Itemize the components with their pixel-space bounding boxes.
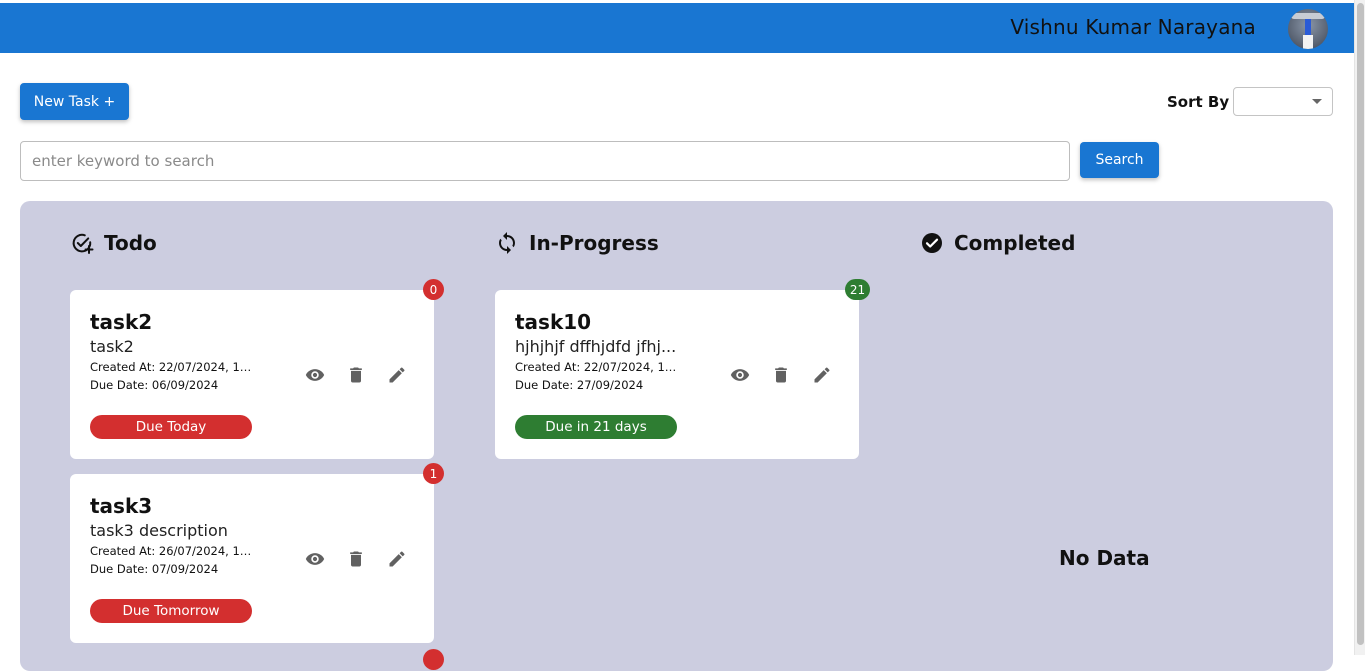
scrollbar-thumb[interactable]: [1357, 3, 1364, 645]
task-board: Todo task2 task2 Created At: 22/07/2024,…: [20, 201, 1333, 671]
search-input[interactable]: [20, 141, 1070, 181]
sort-by-select[interactable]: [1233, 87, 1333, 116]
task-created-at: Created At: 22/07/2024, 19...: [515, 360, 680, 374]
new-task-button[interactable]: New Task +: [20, 83, 129, 120]
task-description: hjhjhjf dffhjdfd jfhj...: [515, 337, 677, 356]
task-due-date: Due Date: 27/09/2024: [515, 378, 644, 392]
empty-state-text: No Data: [1059, 546, 1150, 570]
column-header-completed: Completed: [920, 231, 1075, 255]
page-scrollbar[interactable]: [1354, 0, 1365, 655]
view-icon[interactable]: [728, 363, 752, 387]
user-name: Vishnu Kumar Narayana: [1010, 15, 1256, 39]
search-button[interactable]: Search: [1080, 142, 1159, 178]
task-created-at: Created At: 22/07/2024, 19...: [90, 360, 255, 374]
task-title: task10: [515, 310, 592, 334]
edit-icon[interactable]: [385, 547, 409, 571]
view-icon[interactable]: [303, 363, 327, 387]
column-header-todo: Todo: [70, 231, 157, 255]
count-badge: 1: [423, 463, 444, 484]
task-card[interactable]: task10 hjhjhjf dffhjdfd jfhj... Created …: [495, 290, 859, 459]
task-due-date: Due Date: 07/09/2024: [90, 562, 219, 576]
task-description: task3 description: [90, 521, 228, 540]
due-status-pill: Due in 21 days: [515, 415, 677, 439]
task-card[interactable]: task2 task2 Created At: 22/07/2024, 19..…: [70, 290, 434, 459]
task-title: task3: [90, 494, 153, 518]
task-due-date: Due Date: 06/09/2024: [90, 378, 219, 392]
edit-icon[interactable]: [385, 363, 409, 387]
count-badge: 0: [423, 279, 444, 300]
column-title: In-Progress: [529, 231, 659, 255]
due-status-pill: Due Tomorrow: [90, 599, 252, 623]
column-title: Completed: [954, 231, 1076, 255]
chevron-down-icon: [1312, 99, 1322, 104]
delete-icon[interactable]: [344, 363, 368, 387]
sync-icon: [499, 232, 515, 254]
count-badge: [423, 649, 444, 670]
view-icon[interactable]: [303, 547, 327, 571]
due-status-pill: Due Today: [90, 415, 252, 439]
task-title: task2: [90, 310, 153, 334]
delete-icon[interactable]: [344, 547, 368, 571]
task-description: task2: [90, 337, 134, 356]
app-bar: Vishnu Kumar Narayana: [0, 3, 1354, 53]
delete-icon[interactable]: [769, 363, 793, 387]
add-task-icon: [72, 233, 94, 254]
sort-by-label: Sort By: [1167, 93, 1230, 111]
user-avatar[interactable]: [1288, 9, 1328, 49]
task-card[interactable]: task3 task3 description Created At: 26/0…: [70, 474, 434, 643]
task-created-at: Created At: 26/07/2024, 11:...: [90, 544, 255, 558]
column-title: Todo: [104, 231, 157, 255]
edit-icon[interactable]: [810, 363, 834, 387]
count-badge: 21: [845, 279, 870, 300]
check-circle-icon: [922, 233, 942, 253]
column-header-in-progress: In-Progress: [495, 231, 659, 255]
